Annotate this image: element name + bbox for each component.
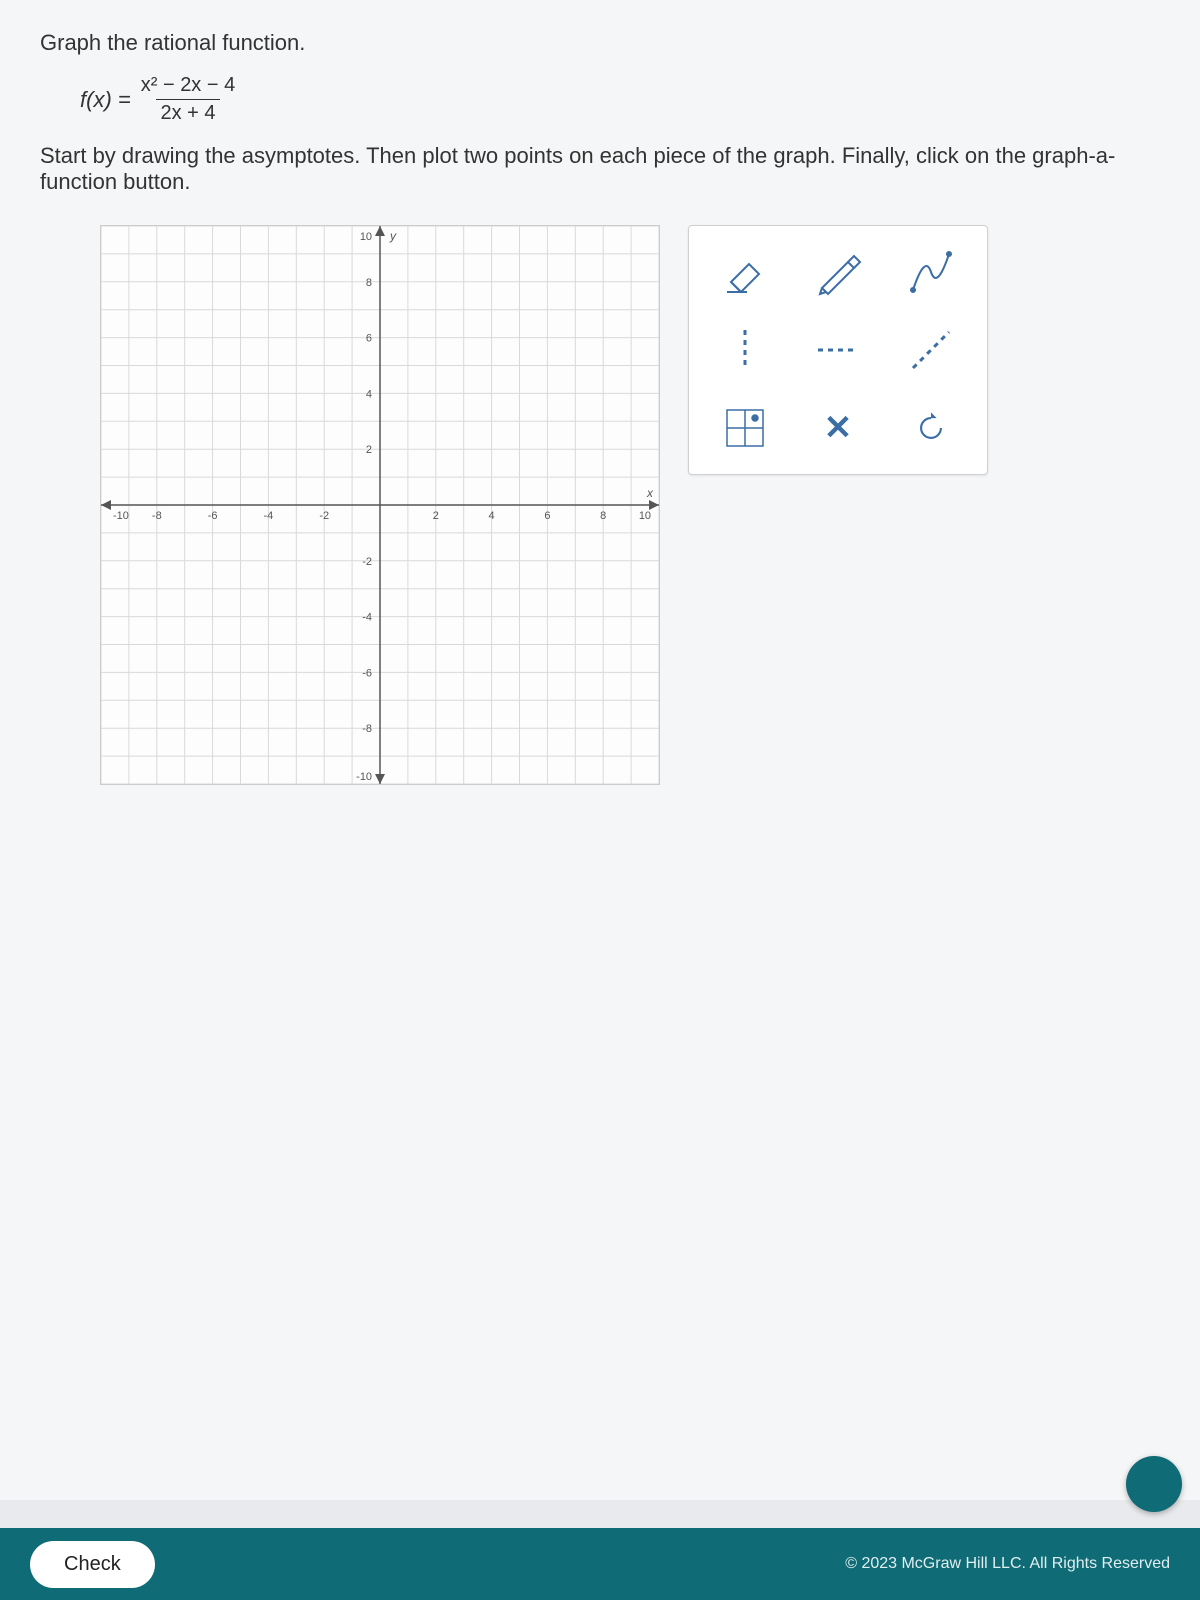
svg-text:2: 2 [366, 444, 372, 456]
svg-text:8: 8 [600, 510, 606, 522]
drawing-toolbox: ✕ [688, 225, 988, 475]
vertical-asymptote-tool[interactable] [710, 320, 780, 380]
svg-text:4: 4 [489, 510, 495, 522]
bottom-bar: Check © 2023 McGraw Hill LLC. All Rights… [0, 1528, 1200, 1600]
reset-tool[interactable] [896, 398, 966, 458]
svg-text:6: 6 [544, 510, 550, 522]
pencil-tool[interactable] [803, 242, 873, 302]
function-formula: f(x) = x² − 2x − 4 2x + 4 [80, 74, 1160, 125]
svg-text:-8: -8 [152, 510, 162, 522]
help-fab[interactable] [1126, 1456, 1182, 1512]
formula-denominator: 2x + 4 [156, 99, 219, 125]
horizontal-asymptote-tool[interactable] [803, 320, 873, 380]
oblique-asymptote-tool[interactable] [896, 320, 966, 380]
svg-text:-6: -6 [208, 510, 218, 522]
svg-text:8: 8 [366, 277, 372, 289]
curve-tool[interactable] [896, 242, 966, 302]
svg-text:6: 6 [366, 333, 372, 345]
prompt-line1: Graph the rational function. [40, 30, 1160, 56]
graph-canvas[interactable]: 2 4 6 8 10 -2 -4 -6 -8 -10 2 4 6 8 10 [100, 225, 660, 785]
svg-text:-2: -2 [362, 556, 372, 568]
copyright-text: © 2023 McGraw Hill LLC. All Rights Reser… [845, 1555, 1170, 1573]
x-axis-label: x [646, 486, 654, 500]
x-icon: ✕ [824, 408, 853, 448]
fx-lhs: f(x) = [80, 87, 131, 113]
svg-text:-8: -8 [362, 723, 372, 735]
y-axis-label: y [389, 229, 397, 243]
eraser-tool[interactable] [710, 242, 780, 302]
clear-tool[interactable]: ✕ [803, 398, 873, 458]
svg-text:-10: -10 [356, 771, 372, 783]
svg-text:10: 10 [639, 510, 651, 522]
svg-text:2: 2 [433, 510, 439, 522]
svg-text:-4: -4 [362, 612, 372, 624]
check-button[interactable]: Check [30, 1541, 155, 1588]
svg-text:10: 10 [360, 231, 372, 243]
svg-text:-6: -6 [362, 667, 372, 679]
formula-numerator: x² − 2x − 4 [137, 74, 240, 99]
svg-text:4: 4 [366, 388, 372, 400]
svg-text:-10: -10 [113, 510, 129, 522]
svg-text:-4: -4 [264, 510, 274, 522]
point-grid-tool[interactable] [710, 398, 780, 458]
svg-text:-2: -2 [319, 510, 329, 522]
prompt-line2: Start by drawing the asymptotes. Then pl… [40, 143, 1160, 195]
